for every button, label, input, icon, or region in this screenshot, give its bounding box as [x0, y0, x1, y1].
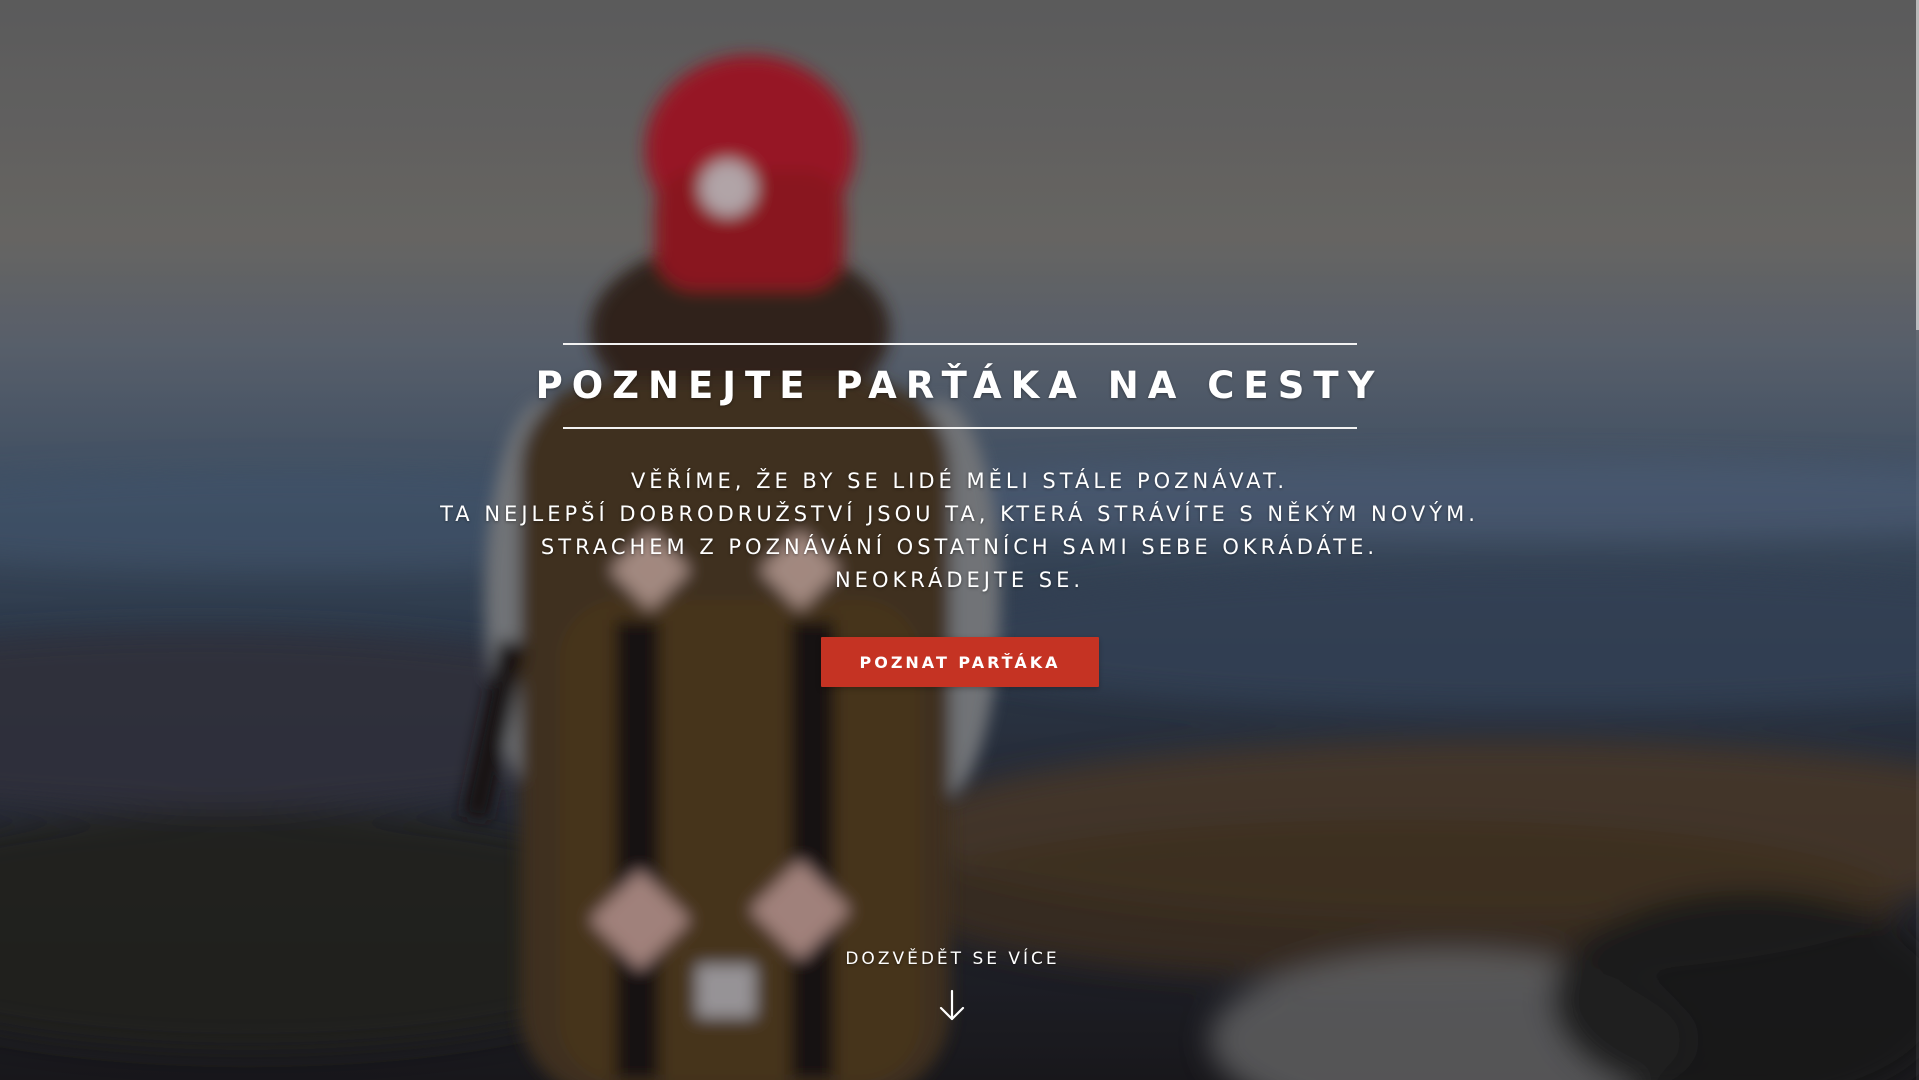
hero-tagline: VĚŘÍME, ŽE BY SE LIDÉ MĚLI STÁLE POZNÁVA… — [0, 465, 1919, 597]
title-bottom-rule — [563, 427, 1357, 429]
arrow-down-icon[interactable] — [938, 989, 966, 1023]
title-top-rule — [563, 343, 1357, 345]
tagline-line: TA NEJLEPŠÍ DOBRODRUŽSTVÍ JSOU TA, KTERÁ… — [440, 502, 1479, 526]
tagline-line: STRACHEM Z POZNÁVÁNÍ OSTATNÍCH SAMI SEBE… — [540, 535, 1379, 559]
hero-title: POZNEJTE PARŤÁKA NA CESTY — [535, 364, 1384, 407]
tagline-line: VĚŘÍME, ŽE BY SE LIDÉ MĚLI STÁLE POZNÁVA… — [630, 469, 1289, 493]
meet-partner-button[interactable]: POZNAT PARŤÁKA — [821, 637, 1099, 687]
tagline-line: NEOKRÁDEJTE SE. — [834, 568, 1085, 592]
learn-more-link[interactable]: DOZVĚDĚT SE VÍCE — [0, 947, 1905, 971]
hero-content: POZNEJTE PARŤÁKA NA CESTY VĚŘÍME, ŽE BY … — [0, 0, 1919, 1080]
